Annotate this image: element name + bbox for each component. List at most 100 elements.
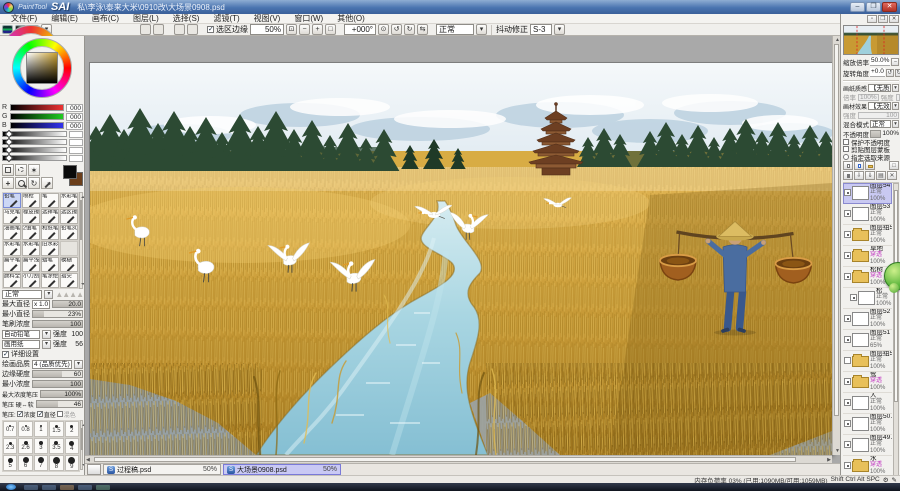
eye-icon[interactable]: [844, 252, 851, 259]
navigator-thumbnail[interactable]: [843, 25, 899, 55]
brush-item[interactable]: 铅笔30: [60, 225, 78, 240]
rect-select-tool[interactable]: [2, 164, 14, 176]
brush-item[interactable]: 水彩笔9改: [3, 241, 21, 256]
layer-row[interactable]: 图层组5 正常 100%: [843, 351, 892, 372]
brush-item[interactable]: 2值笔: [22, 225, 40, 240]
layer-row[interactable]: 鹭 穿透 100%: [843, 372, 892, 393]
taskbar-item[interactable]: [78, 485, 92, 490]
blend-mode-dropdown-button[interactable]: ▾: [892, 120, 899, 128]
brush-size-preset[interactable]: 0.7: [3, 421, 17, 437]
eye-icon[interactable]: [844, 336, 851, 343]
eye-icon[interactable]: [844, 420, 851, 427]
color-value-field[interactable]: 000: [66, 113, 83, 121]
paint-mode-dropdown-button[interactable]: ▾: [476, 24, 487, 35]
color-wheel[interactable]: [11, 37, 75, 103]
min-diameter-slider[interactable]: 23%: [32, 310, 83, 318]
maximize-button[interactable]: ❐: [866, 2, 881, 12]
min-density-slider[interactable]: 100: [32, 380, 83, 388]
merge-down-button[interactable]: ⇓: [865, 171, 875, 180]
brush-item[interactable]: 水彩笔10改: [22, 241, 40, 256]
preset-scrollbar[interactable]: [80, 420, 83, 470]
document-tab[interactable]: S 大场景0908.psd 50%: [223, 464, 341, 475]
max-density-pressure-slider[interactable]: 100%: [40, 390, 83, 398]
rotate-cw-button[interactable]: ↻: [404, 24, 415, 35]
menu-item[interactable]: 编辑(E): [44, 14, 85, 24]
nav-rotate-ccw-button[interactable]: ↺: [886, 69, 894, 77]
menu-item[interactable]: 滤镜(T): [206, 14, 246, 24]
eyedropper-tool[interactable]: [41, 177, 53, 189]
brush-size-preset[interactable]: 3.5: [49, 438, 63, 454]
zoom-fit-button[interactable]: ⊡: [286, 24, 297, 35]
paper-texture-dropdown-button[interactable]: ▾: [892, 84, 899, 92]
brush-size-preset[interactable]: 9: [65, 455, 79, 471]
layer-row[interactable]: 图层51 正常 65%: [843, 330, 892, 351]
brush-item[interactable]: 扁平浅涂: [22, 257, 40, 272]
menu-item[interactable]: 画布(C): [85, 14, 126, 24]
menu-item[interactable]: 视图(V): [247, 14, 288, 24]
minimize-button[interactable]: –: [850, 2, 865, 12]
brush-grid-scrollbar[interactable]: [79, 192, 83, 289]
taskbar-item[interactable]: [42, 485, 56, 490]
diameter-step-button[interactable]: x 1.0: [32, 300, 50, 309]
selection-source-radio[interactable]: [843, 154, 849, 160]
clear-layer-button[interactable]: ▤: [876, 171, 886, 180]
brush-size-preset[interactable]: 1.5: [49, 421, 63, 437]
document-tab[interactable]: S 过程稿.psd 50%: [103, 464, 221, 475]
rotate-view-tool[interactable]: ↻: [28, 177, 40, 189]
brush-size-preset[interactable]: 1: [34, 421, 48, 437]
layer-blend-mode-dropdown[interactable]: 正常: [870, 120, 891, 128]
canvas-vertical-scrollbar[interactable]: ▲▼: [832, 36, 840, 455]
canvas-horizontal-scrollbar[interactable]: ◀▶: [85, 455, 832, 463]
new-linework-layer-button[interactable]: [854, 161, 864, 170]
brush-size-preset[interactable]: 5: [3, 455, 17, 471]
move-tool[interactable]: +: [2, 177, 14, 189]
paint-mode-dropdown[interactable]: 正常: [436, 24, 474, 35]
invert-selection-button[interactable]: [187, 24, 198, 35]
brush-size-preset[interactable]: 6: [18, 455, 32, 471]
eye-icon[interactable]: [844, 315, 851, 322]
menu-item[interactable]: 图层(L): [126, 14, 166, 24]
eye-icon[interactable]: [844, 441, 851, 448]
layer-row[interactable]: 图层49… 正常 100%: [843, 435, 892, 456]
mixer-slider[interactable]: [2, 147, 67, 153]
menu-item[interactable]: 选择(S): [166, 14, 207, 24]
eye-icon[interactable]: [844, 273, 851, 280]
undo-button[interactable]: [140, 24, 151, 35]
redo-button[interactable]: [153, 24, 164, 35]
density-slider[interactable]: 100: [32, 320, 83, 328]
brush-shape-buttons[interactable]: ▲▲▲▲: [55, 290, 83, 299]
brush-item[interactable]: 油画笔: [3, 225, 21, 240]
brush-item[interactable]: 铅笔: [3, 193, 21, 208]
start-orb-icon[interactable]: [6, 484, 16, 490]
new-layer-set-button[interactable]: [865, 161, 875, 170]
layer-row[interactable]: 图层组5 拷贝 正常 100%: [843, 225, 892, 246]
brush-size-preset[interactable]: 4: [65, 438, 79, 454]
quality-dropdown-button[interactable]: ▾: [74, 360, 83, 369]
zoom-field[interactable]: 50%: [250, 24, 284, 35]
paper-texture-dropdown[interactable]: 【无质感】: [868, 84, 891, 92]
quality-dropdown[interactable]: 4 (品质优先): [32, 360, 72, 369]
brush-item[interactable]: 和纸笔: [41, 225, 59, 240]
brush-size-preset[interactable]: 2: [65, 421, 79, 437]
deselect-button[interactable]: [174, 24, 185, 35]
rotate-ccw-button[interactable]: ↺: [391, 24, 402, 35]
brush-item[interactable]: 选区擦: [60, 209, 78, 224]
pressure-hard-soft-slider[interactable]: 46: [36, 400, 83, 408]
zoom-ratio-value[interactable]: 50.0%: [870, 57, 890, 66]
menu-item[interactable]: 窗口(W): [287, 14, 330, 24]
brush-item[interactable]: 选择笔: [41, 209, 59, 224]
brush-item[interactable]: 水彩笔: [60, 193, 78, 208]
layer-row[interactable]: 人 正常 100%: [843, 393, 892, 414]
eye-icon[interactable]: [844, 399, 851, 406]
brush-size-preset[interactable]: 3: [34, 438, 48, 454]
brush-texture-dropdown-button[interactable]: ▾: [42, 340, 51, 349]
brush-item[interactable]: [60, 241, 78, 256]
edge-hardness-slider[interactable]: 60: [32, 370, 83, 378]
panel-detach-button[interactable]: ❐: [878, 15, 888, 23]
rotation-angle-value[interactable]: +0.0: [870, 68, 885, 77]
taskbar-item[interactable]: [96, 485, 110, 490]
layer-row[interactable]: 图层50… 正常 100%: [843, 414, 892, 435]
layer-row[interactable]: 图层54 正常 100%: [843, 183, 892, 204]
menu-item[interactable]: 文件(F): [4, 14, 44, 24]
zoom-in-button[interactable]: +: [312, 24, 323, 35]
